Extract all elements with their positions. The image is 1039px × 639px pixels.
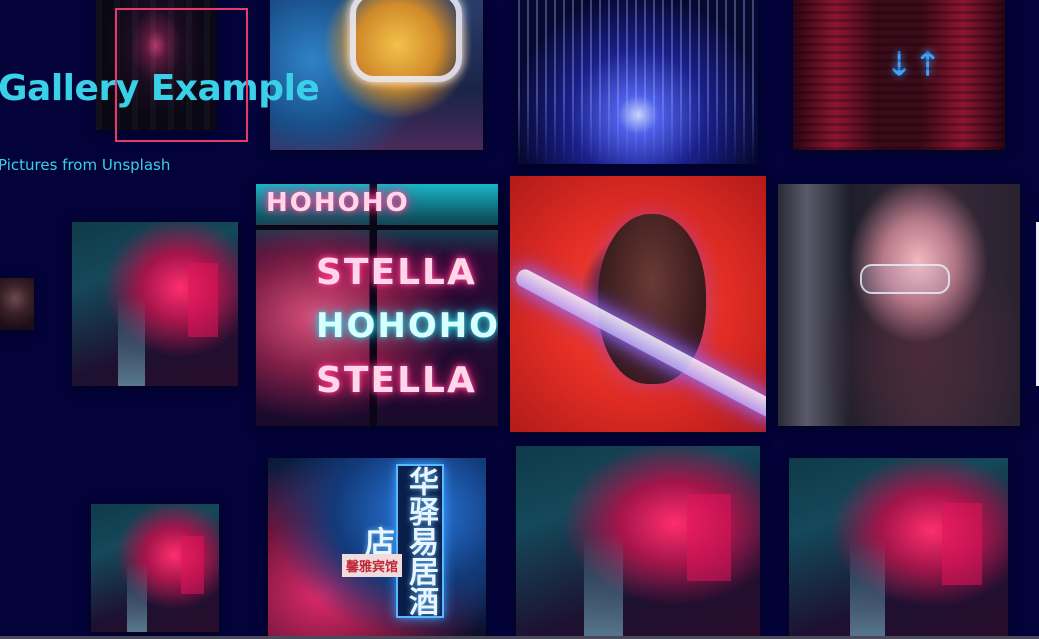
photo-neon-alley-3[interactable] <box>516 446 760 639</box>
arrow-sign-icon: ↓↑ <box>885 45 942 85</box>
focus-frame <box>115 8 248 142</box>
photo-glasses-portrait[interactable] <box>778 184 1020 426</box>
photo-neon-alley-4[interactable] <box>789 458 1008 639</box>
photo-neon-portrait[interactable] <box>510 176 766 432</box>
photo-light-rays[interactable] <box>518 0 758 164</box>
photo-chinese-sign[interactable]: 华驿易居酒店 馨雅宾馆 <box>268 458 486 639</box>
neon-text-stella-top: STELLA <box>316 252 477 293</box>
neon-text-hohoho-mid: HOHOHO <box>316 306 498 346</box>
portrait-glasses <box>860 264 950 294</box>
photo-neon-stairs[interactable]: ↓↑ <box>793 0 1005 150</box>
neon-text-hohoho-top: HOHOHO <box>266 188 410 218</box>
photo-stella-neon[interactable]: HOHOHO STELLA HOHOHO STELLA <box>256 184 498 426</box>
horizontal-hotel-sign: 馨雅宾馆 <box>342 554 403 577</box>
photo-neon-alley-2[interactable] <box>91 504 219 632</box>
vertical-neon-sign: 华驿易居酒店 <box>359 464 444 618</box>
neon-text-stella-bottom: STELLA <box>316 360 477 401</box>
page-subtitle: Pictures from Unsplash <box>0 156 171 174</box>
photo-portrait-small[interactable] <box>0 278 34 330</box>
photo-neon-alley-1[interactable] <box>72 222 238 386</box>
